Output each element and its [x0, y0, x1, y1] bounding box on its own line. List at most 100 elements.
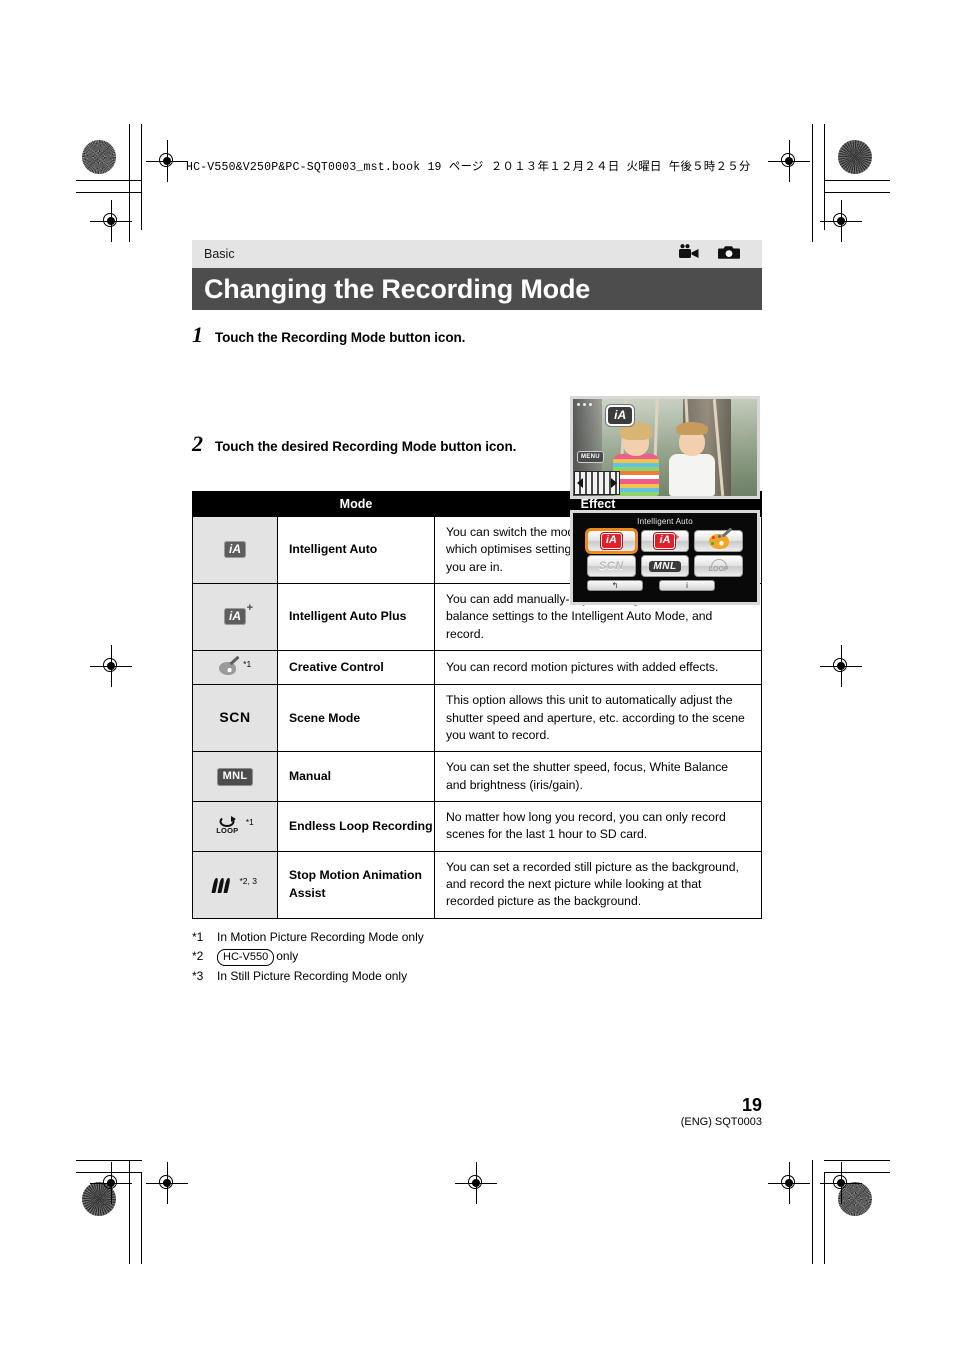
registration-crosshair: [455, 1162, 497, 1204]
still-camera-icon: [718, 244, 740, 265]
mode-icon-cell: LOOP *1: [192, 801, 278, 852]
mode-name: Manual: [277, 751, 435, 802]
document-code: (ENG) SQT0003: [680, 1115, 762, 1128]
thumbnail-scroll-control[interactable]: [574, 471, 620, 495]
ia-plus-icon: iA +: [224, 603, 253, 626]
mode-button-endless-loop[interactable]: LOOP: [694, 555, 743, 577]
mode-effect: You can record motion pictures with adde…: [434, 649, 762, 686]
book-slug-line: HC-V550&V250P&PC-SQT0003_mst.book 19 ページ…: [186, 161, 751, 174]
page-footer: 19 (ENG) SQT0003: [632, 1095, 762, 1128]
mode-icon-cell: *2, 3: [192, 850, 278, 919]
table-row: LOOP *1 Endless Loop Recording No matter…: [192, 801, 762, 852]
crop-mark: [76, 192, 142, 193]
registration-crosshair: [146, 140, 188, 182]
registration-crosshair: [820, 1162, 862, 1204]
mode-button-grid: iA iA + SCN MNL LOOP: [581, 530, 749, 577]
mode-effect: This option allows this unit to automati…: [434, 684, 762, 753]
crop-mark: [129, 1160, 130, 1264]
page-title: Changing the Recording Mode: [204, 273, 591, 304]
footnote-key: *3: [192, 968, 204, 983]
mode-name: Endless Loop Recording: [277, 801, 435, 852]
child-figure: [613, 422, 660, 496]
registration-crosshair: [768, 140, 810, 182]
step-number: 2: [192, 431, 203, 456]
creative-control-palette-icon: [218, 662, 236, 676]
radial-target-mark: [838, 140, 872, 174]
mode-icon-cell: iA: [192, 516, 278, 584]
radial-target-mark: [82, 140, 116, 174]
registration-crosshair: [146, 1162, 188, 1204]
crop-mark: [824, 1172, 825, 1264]
footnote-marker: *2, 3: [239, 875, 257, 886]
footnote-key: *1: [192, 929, 204, 944]
crop-mark: [76, 180, 142, 181]
footnote-3: *3 In Still Picture Recording Mode only: [192, 967, 762, 986]
footnote-text: In Motion Picture Recording Mode only: [217, 929, 424, 944]
registration-crosshair: [90, 200, 132, 242]
ia-icon: iA: [600, 533, 622, 549]
footnote-1: *1 In Motion Picture Recording Mode only: [192, 928, 762, 947]
loop-icon: LOOP: [709, 559, 729, 573]
recording-mode-menu-screenshot: Intelligent Auto iA iA + SCN MNL LOOP ↰ …: [570, 510, 760, 605]
steps-list: 1 Touch the Recording Mode button icon. …: [192, 324, 762, 605]
menu-button[interactable]: MENU: [577, 451, 604, 463]
plus-sign: +: [674, 532, 680, 542]
step-text: Touch the Recording Mode button icon.: [215, 330, 466, 345]
footnote-2: *2 HC-V550 only: [192, 947, 762, 966]
step-text: Touch the desired Recording Mode button …: [215, 439, 517, 454]
mode-button-scene[interactable]: SCN: [587, 555, 636, 577]
info-button[interactable]: i: [659, 580, 715, 591]
registration-crosshair: [90, 1162, 132, 1204]
crop-mark: [141, 124, 142, 230]
crop-mark: [812, 1160, 813, 1264]
footnote-text: only: [276, 949, 299, 964]
mode-button-intelligent-auto[interactable]: iA: [587, 530, 636, 552]
status-dots: [577, 403, 592, 406]
footnote-key: *2: [192, 949, 204, 964]
column-header-mode-icon: [192, 491, 278, 517]
page-title-bar: Changing the Recording Mode: [192, 268, 762, 310]
stop-motion-icon: [211, 878, 232, 894]
step-1: 1 Touch the Recording Mode button icon.: [192, 324, 762, 346]
manual-page: Basic Changing the Recording Mode 1 Touc…: [192, 240, 762, 986]
mode-effect: No matter how long you record, you can o…: [434, 801, 762, 852]
mode-name: Creative Control: [277, 649, 435, 686]
registration-crosshair: [768, 1162, 810, 1204]
footnote-marker: *1: [245, 816, 254, 827]
crop-mark: [824, 180, 890, 181]
table-row: MNL Manual You can set the shutter speed…: [192, 751, 762, 802]
registration-crosshair: [90, 645, 132, 687]
mode-name: Scene Mode: [277, 684, 435, 753]
footnote-marker: *1: [243, 658, 252, 669]
video-camera-icon: [678, 243, 700, 265]
crop-mark: [824, 124, 825, 230]
model-name-badge: HC-V550: [217, 949, 275, 966]
loop-icon: LOOP: [216, 816, 238, 837]
crop-mark: [141, 1172, 142, 1264]
crop-mark: [824, 192, 890, 193]
scn-icon: SCN: [598, 560, 624, 572]
menu-title: Intelligent Auto: [637, 517, 693, 526]
footnote-text: In Still Picture Recording Mode only: [217, 968, 408, 983]
footnotes: *1 In Motion Picture Recording Mode only…: [192, 928, 762, 986]
crop-mark: [76, 1160, 142, 1161]
scn-icon: SCN: [219, 709, 251, 726]
ia-icon: iA: [224, 541, 246, 559]
menu-footer-buttons: ↰ i: [581, 577, 749, 591]
crop-mark: [824, 1160, 890, 1161]
mode-button-creative-control[interactable]: [694, 530, 743, 552]
ia-plus-icon: iA: [654, 533, 676, 549]
mode-icon-cell: iA +: [192, 582, 278, 651]
creative-control-palette-icon: [708, 533, 729, 549]
mode-name: Stop Motion Animation Assist: [277, 850, 435, 919]
back-button[interactable]: ↰: [587, 580, 643, 591]
mode-name: Intelligent Auto Plus: [277, 582, 435, 651]
recording-mode-button-icon[interactable]: iA: [606, 405, 635, 426]
crop-mark: [812, 124, 813, 242]
mnl-icon: MNL: [649, 560, 681, 572]
mode-button-manual[interactable]: MNL: [640, 555, 690, 577]
child-figure: [668, 422, 715, 496]
section-label: Basic: [204, 247, 235, 261]
plus-sign: +: [246, 602, 253, 615]
mode-button-intelligent-auto-plus[interactable]: iA +: [640, 530, 690, 552]
